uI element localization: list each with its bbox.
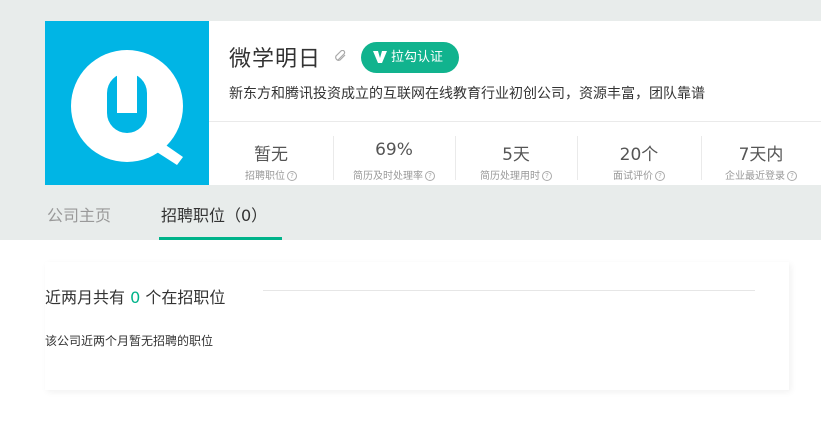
- stat-value: 69%: [375, 140, 413, 160]
- jobs-panel: 近两月共有 0 个在招职位 该公司近两个月暂无招聘的职位: [45, 262, 789, 390]
- tab-jobs[interactable]: 招聘职位（0）: [161, 202, 267, 226]
- jobs-section-title: 近两月共有 0 个在招职位: [45, 288, 226, 307]
- divider: [263, 290, 755, 291]
- stat-label: 企业最近登录?: [701, 167, 821, 182]
- verify-label: 拉勾认证: [391, 50, 444, 65]
- jobs-count: 0: [130, 288, 141, 307]
- stat-interview-reviews: 20个 面试评价?: [577, 122, 701, 186]
- stat-last-login: 7天内 企业最近登录?: [701, 122, 821, 186]
- empty-jobs-message: 该公司近两个月暂无招聘的职位: [45, 334, 214, 348]
- verified-v-icon: [373, 51, 387, 63]
- help-icon[interactable]: ?: [287, 171, 297, 181]
- paperclip-icon[interactable]: [334, 50, 348, 64]
- stat-value: 20个: [619, 145, 659, 165]
- active-tab-indicator: [159, 237, 282, 240]
- stat-label: 简历及时处理率?: [333, 167, 455, 182]
- stats-row: 暂无 招聘职位? 69% 简历及时处理率? 5天 简历处理用时? 20个 面试评…: [209, 121, 821, 186]
- stat-resume-rate: 69% 简历及时处理率?: [333, 122, 455, 186]
- stat-value: 7天内: [738, 145, 784, 165]
- help-icon[interactable]: ?: [787, 171, 797, 181]
- help-icon[interactable]: ?: [425, 171, 435, 181]
- stat-label: 简历处理用时?: [455, 167, 577, 182]
- help-icon[interactable]: ?: [542, 171, 552, 181]
- stat-label: 招聘职位?: [209, 167, 333, 182]
- tab-bar: 公司主页 招聘职位（0）: [0, 190, 821, 240]
- stat-label: 面试评价?: [577, 167, 701, 182]
- company-name: 微学明日: [229, 47, 322, 72]
- stat-job-count: 暂无 招聘职位?: [209, 122, 333, 186]
- stat-value: 5天: [502, 145, 530, 165]
- verify-badge[interactable]: 拉勾认证: [361, 42, 459, 73]
- help-icon[interactable]: ?: [655, 171, 665, 181]
- stat-value: 暂无: [254, 145, 288, 165]
- stat-resume-time: 5天 简历处理用时?: [455, 122, 577, 186]
- company-description: 新东方和腾讯投资成立的互联网在线教育行业初创公司，资源丰富，团队靠谱: [229, 86, 705, 102]
- company-header: 微学明日 拉勾认证 新东方和腾讯投资成立的互联网在线教育行业初创公司，资源丰富，…: [45, 21, 821, 185]
- tab-company-home[interactable]: 公司主页: [47, 202, 111, 226]
- company-logo: [45, 21, 209, 185]
